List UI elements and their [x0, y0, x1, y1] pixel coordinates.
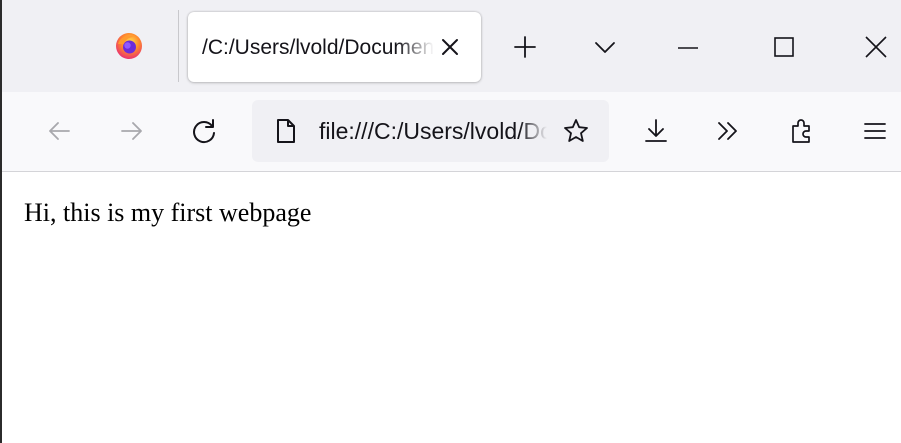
navigation-toolbar: file:///C:/Users/lvold/Documents/webpage…: [2, 92, 901, 172]
minimize-icon[interactable]: [675, 34, 701, 60]
tab-strip: /C:/Users/lvold/Documents/webpage.html: [2, 0, 901, 92]
chevron-down-icon[interactable]: [592, 34, 618, 60]
plus-icon[interactable]: [512, 34, 538, 60]
tab-title: /C:/Users/lvold/Documents/webpage.html: [202, 36, 434, 59]
arrow-left-icon[interactable]: [45, 117, 73, 145]
close-icon[interactable]: [438, 35, 462, 59]
puzzle-icon[interactable]: [788, 116, 816, 144]
firefox-logo-icon[interactable]: [115, 32, 143, 60]
hamburger-menu-icon[interactable]: [861, 117, 889, 145]
tab-divider: [178, 10, 179, 82]
document-icon[interactable]: [272, 117, 300, 145]
chevrons-right-icon[interactable]: [714, 117, 742, 145]
browser-window: /C:/Users/lvold/Documents/webpage.html: [0, 0, 901, 443]
address-bar[interactable]: file:///C:/Users/lvold/Documents/webpage…: [252, 100, 609, 162]
tab-active[interactable]: /C:/Users/lvold/Documents/webpage.html: [188, 12, 481, 82]
page-text: Hi, this is my first webpage: [24, 198, 312, 227]
maximize-icon[interactable]: [771, 34, 797, 60]
page-content: Hi, this is my first webpage: [2, 173, 901, 443]
star-icon[interactable]: [562, 117, 590, 145]
reload-icon[interactable]: [190, 117, 218, 145]
download-icon[interactable]: [642, 117, 670, 145]
arrow-right-icon[interactable]: [118, 117, 146, 145]
url-input[interactable]: file:///C:/Users/lvold/Documents/webpage…: [319, 115, 547, 147]
close-icon[interactable]: [863, 34, 889, 60]
